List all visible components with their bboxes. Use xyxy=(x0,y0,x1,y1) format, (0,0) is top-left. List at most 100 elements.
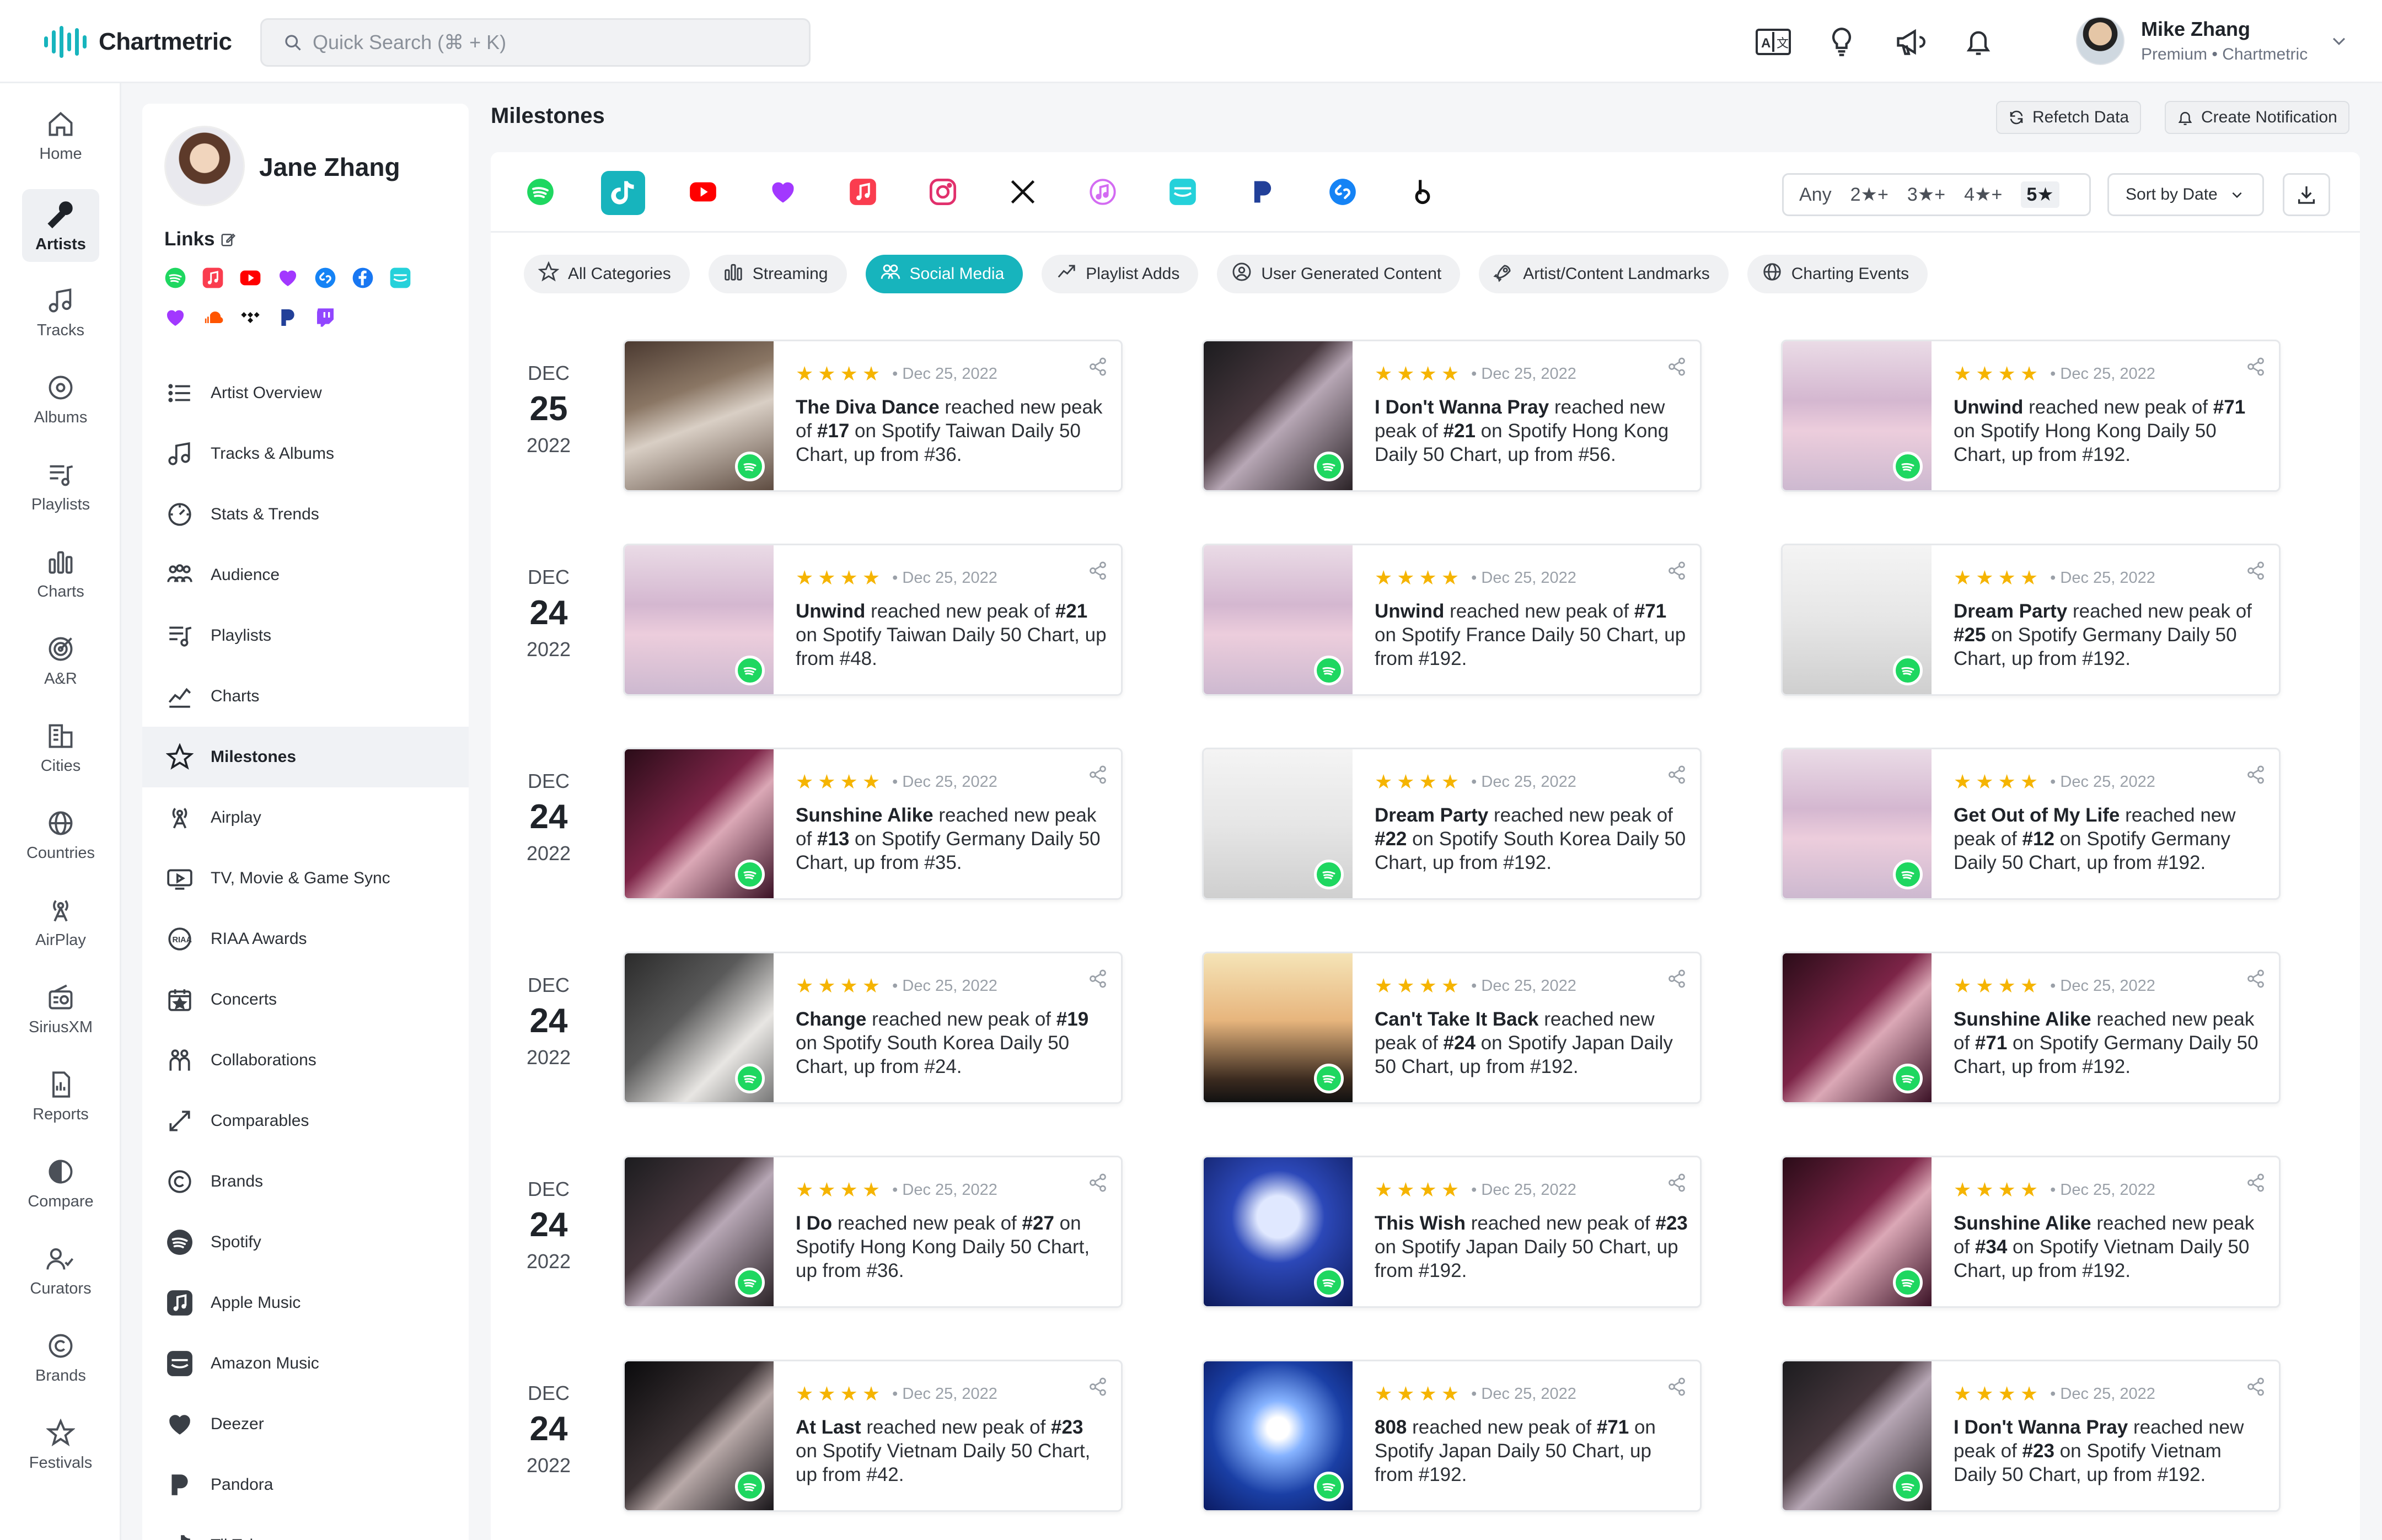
platform-beatport[interactable] xyxy=(1401,171,1445,215)
share-icon[interactable] xyxy=(1088,969,1108,991)
spotify-icon[interactable] xyxy=(164,267,186,289)
artist-menu-item-milestones[interactable]: Milestones xyxy=(142,727,469,787)
track-title[interactable]: Change xyxy=(796,1008,866,1030)
share-icon[interactable] xyxy=(1667,561,1687,583)
star-option-2[interactable]: 2★+ xyxy=(1850,184,1889,206)
track-title[interactable]: Unwind xyxy=(1375,600,1444,622)
nav-brands[interactable]: Brands xyxy=(22,1322,99,1394)
platform-deezer[interactable] xyxy=(761,171,805,215)
megaphone-icon[interactable] xyxy=(1890,22,1930,62)
milestone-card[interactable]: ★★★★ • Dec 25, 2022 At Last reached new p… xyxy=(623,1360,1123,1512)
star-rating-filter[interactable]: Any 2★+ 3★+ 4★+ 5★ xyxy=(1782,173,2091,216)
track-title[interactable]: Sunshine Alike xyxy=(1954,1212,2091,1234)
nav-playlists[interactable]: Playlists xyxy=(22,450,99,523)
bell-icon[interactable] xyxy=(1959,22,1998,62)
artist-menu-item-comparables[interactable]: Comparables xyxy=(142,1091,469,1151)
track-title[interactable]: This Wish xyxy=(1375,1212,1466,1234)
track-title[interactable]: I Don't Wanna Pray xyxy=(1954,1416,2128,1438)
artist-menu-item-deezer[interactable]: Deezer xyxy=(142,1394,469,1455)
nav-airplay[interactable]: AirPlay xyxy=(22,886,99,959)
milestone-card[interactable]: ★★★★ • Dec 25, 2022 Dream Party reached n… xyxy=(1781,544,2281,696)
platform-spotify[interactable] xyxy=(518,171,562,215)
track-title[interactable]: Get Out of My Life xyxy=(1954,804,2120,826)
track-title[interactable]: Dream Party xyxy=(1954,600,2067,622)
share-icon[interactable] xyxy=(1667,1377,1687,1399)
track-title[interactable]: I Do xyxy=(796,1212,832,1234)
artist-menu-item-apple-music[interactable]: Apple Music xyxy=(142,1273,469,1333)
category-artist-content-landmarks[interactable]: Artist/Content Landmarks xyxy=(1479,255,1729,293)
category-user-generated-content[interactable]: User Generated Content xyxy=(1217,255,1461,293)
milestone-card[interactable]: ★★★★ • Dec 25, 2022 808 reached new peak … xyxy=(1202,1360,1702,1512)
platform-x-twitter[interactable] xyxy=(1001,171,1045,215)
share-icon[interactable] xyxy=(1088,765,1108,787)
milestone-card[interactable]: ★★★★ • Dec 25, 2022 This Wish reached new… xyxy=(1202,1156,1702,1308)
nav-festivals[interactable]: Festivals xyxy=(22,1409,99,1482)
refetch-data-button[interactable]: Refetch Data xyxy=(1996,101,2142,134)
user-menu[interactable]: Mike Zhang Premium • Chartmetric xyxy=(2076,17,2348,65)
amazon-music-icon[interactable] xyxy=(389,267,411,289)
platform-pandora[interactable] xyxy=(1241,171,1285,215)
track-title[interactable]: Unwind xyxy=(1954,396,2023,418)
share-icon[interactable] xyxy=(2246,561,2266,583)
track-title[interactable]: Dream Party xyxy=(1375,804,1488,826)
milestone-card[interactable]: ★★★★ • Dec 25, 2022 I Don't Wanna Pray re… xyxy=(1202,340,1702,492)
milestone-card[interactable]: ★★★★ • Dec 25, 2022 Unwind reached new pe… xyxy=(1202,544,1702,696)
artist-menu-item-amazon-music[interactable]: Amazon Music xyxy=(142,1333,469,1394)
share-icon[interactable] xyxy=(1667,969,1687,991)
artist-menu-item-concerts[interactable]: Concerts xyxy=(142,969,469,1030)
milestone-card[interactable]: ★★★★ • Dec 25, 2022 I Do reached new peak… xyxy=(623,1156,1123,1308)
nav-charts[interactable]: Charts xyxy=(22,538,99,610)
star-option-any[interactable]: Any xyxy=(1799,184,1832,206)
category-charting-events[interactable]: Charting Events xyxy=(1747,255,1928,293)
nav-cities[interactable]: Cities xyxy=(22,712,99,785)
artist-menu-item-artist-overview[interactable]: Artist Overview xyxy=(142,363,469,423)
nav-albums[interactable]: Albums xyxy=(22,363,99,436)
milestone-card[interactable]: ★★★★ • Dec 25, 2022 Get Out of My Life re… xyxy=(1781,748,2281,900)
platform-youtube[interactable] xyxy=(681,171,725,215)
share-icon[interactable] xyxy=(1088,561,1108,583)
star-option-4[interactable]: 4★+ xyxy=(1964,184,2002,206)
share-icon[interactable] xyxy=(1667,357,1687,379)
deezer-icon[interactable] xyxy=(277,267,299,289)
share-icon[interactable] xyxy=(1667,1173,1687,1195)
app-logo[interactable]: Chartmetric xyxy=(44,21,232,62)
artist-menu-item-pandora[interactable]: Pandora xyxy=(142,1455,469,1515)
sort-dropdown[interactable]: Sort by Date xyxy=(2107,173,2264,216)
star-option-5[interactable]: 5★ xyxy=(2021,181,2059,208)
share-icon[interactable] xyxy=(2246,969,2266,991)
artist-menu-item-playlists[interactable]: Playlists xyxy=(142,605,469,666)
platform-itunes[interactable] xyxy=(1081,171,1125,215)
milestone-card[interactable]: ★★★★ • Dec 25, 2022 The Diva Dance reache… xyxy=(623,340,1123,492)
track-title[interactable]: Can't Take It Back xyxy=(1375,1008,1539,1030)
share-icon[interactable] xyxy=(2246,1173,2266,1195)
milestone-card[interactable]: ★★★★ • Dec 25, 2022 Can't Take It Back re… xyxy=(1202,952,1702,1104)
nav-home[interactable]: Home xyxy=(22,100,99,173)
artist-menu-item-charts[interactable]: Charts xyxy=(142,666,469,727)
platform-shazam[interactable] xyxy=(1321,171,1365,215)
category-playlist-adds[interactable]: Playlist Adds xyxy=(1042,255,1199,293)
share-icon[interactable] xyxy=(1088,357,1108,379)
milestone-card[interactable]: ★★★★ • Dec 25, 2022 Dream Party reached n… xyxy=(1202,748,1702,900)
platform-amazon-music[interactable] xyxy=(1161,171,1205,215)
platform-instagram[interactable] xyxy=(921,171,965,215)
search-input[interactable] xyxy=(313,31,781,54)
create-notification-button[interactable]: Create Notification xyxy=(2165,101,2349,134)
milestone-card[interactable]: ★★★★ • Dec 25, 2022 Change reached new pe… xyxy=(623,952,1123,1104)
artist-menu-item-audience[interactable]: Audience xyxy=(142,545,469,605)
milestone-card[interactable]: ★★★★ • Dec 25, 2022 I Don't Wanna Pray re… xyxy=(1781,1360,2281,1512)
share-icon[interactable] xyxy=(2246,765,2266,787)
platform-apple-music[interactable] xyxy=(841,171,885,215)
lightbulb-icon[interactable] xyxy=(1822,22,1861,62)
star-option-3[interactable]: 3★+ xyxy=(1907,184,1945,206)
nav-curators[interactable]: Curators xyxy=(22,1235,99,1307)
shazam-icon[interactable] xyxy=(314,267,336,289)
track-title[interactable]: The Diva Dance xyxy=(796,396,940,418)
artist-menu-item-riaa-awards[interactable]: RIAA RIAA Awards xyxy=(142,909,469,969)
track-title[interactable]: Unwind xyxy=(796,600,865,622)
quick-search[interactable] xyxy=(260,18,811,67)
tidal-icon[interactable] xyxy=(239,307,261,329)
edit-icon[interactable] xyxy=(220,231,237,248)
artist-menu-item-tv-movie-game-sync[interactable]: TV, Movie & Game Sync xyxy=(142,848,469,909)
milestone-card[interactable]: ★★★★ • Dec 25, 2022 Unwind reached new pe… xyxy=(1781,340,2281,492)
artist-menu-item-tracks-albums[interactable]: Tracks & Albums xyxy=(142,423,469,484)
